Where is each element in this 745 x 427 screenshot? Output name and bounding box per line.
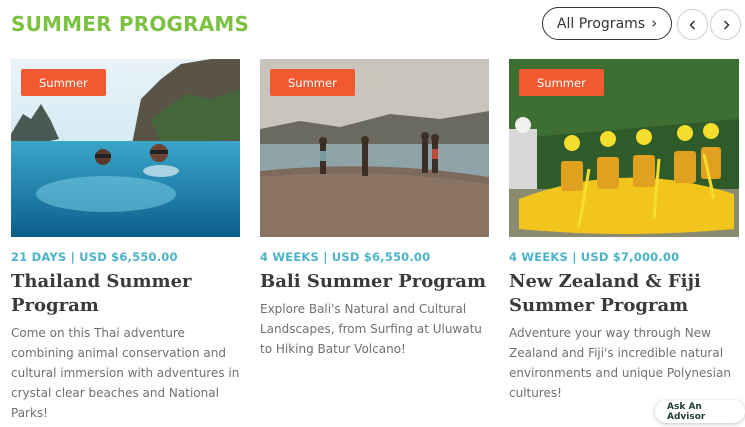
program-description: Adventure your way through New Zealand a… <box>509 326 731 400</box>
program-badge: Summer <box>21 69 106 96</box>
ask-advisor-label: Ask An Advisor <box>667 401 706 422</box>
section-title: SUMMER PROGRAMS <box>11 12 250 36</box>
carousel-prev-button[interactable] <box>677 9 708 40</box>
program-meta: 4 WEEKS | USD $7,000.00 <box>509 250 680 264</box>
all-programs-label: All Programs <box>556 15 646 32</box>
chevron-right-icon <box>723 19 730 30</box>
program-badge: Summer <box>270 69 355 96</box>
program-card-bali[interactable]: Summer 4 WEEKS | USD $6,550.00 Bali Summ… <box>260 59 489 359</box>
section-header: SUMMER PROGRAMS All Programs › <box>11 7 741 40</box>
all-programs-button[interactable]: All Programs › <box>542 7 672 40</box>
program-image-new-zealand-fiji[interactable]: Summer <box>509 59 739 237</box>
program-description: Explore Bali's Natural and Cultural Land… <box>260 302 482 356</box>
program-title[interactable]: Thailand Summer Program <box>11 270 240 318</box>
program-title[interactable]: New Zealand & Fiji Summer Program <box>509 270 739 318</box>
program-image-thailand[interactable]: Summer <box>11 59 240 237</box>
chevron-left-icon <box>688 19 695 30</box>
program-title[interactable]: Bali Summer Program <box>260 270 489 294</box>
ask-advisor-button[interactable]: Ask An Advisor <box>655 400 745 423</box>
carousel-next-button[interactable] <box>710 9 741 40</box>
chevron-right-icon: › <box>651 14 658 32</box>
program-meta: 4 WEEKS | USD $6,550.00 <box>260 250 431 264</box>
program-description: Come on this Thai adventure combining an… <box>11 326 240 420</box>
program-meta: 21 DAYS | USD $6,550.00 <box>11 250 178 264</box>
program-card-new-zealand-fiji[interactable]: Summer 4 WEEKS | USD $7,000.00 New Zeala… <box>509 59 739 403</box>
program-card-thailand[interactable]: Summer 21 DAYS | USD $6,550.00 Thailand … <box>11 59 240 423</box>
program-image-bali[interactable]: Summer <box>260 59 489 237</box>
program-badge: Summer <box>519 69 604 96</box>
